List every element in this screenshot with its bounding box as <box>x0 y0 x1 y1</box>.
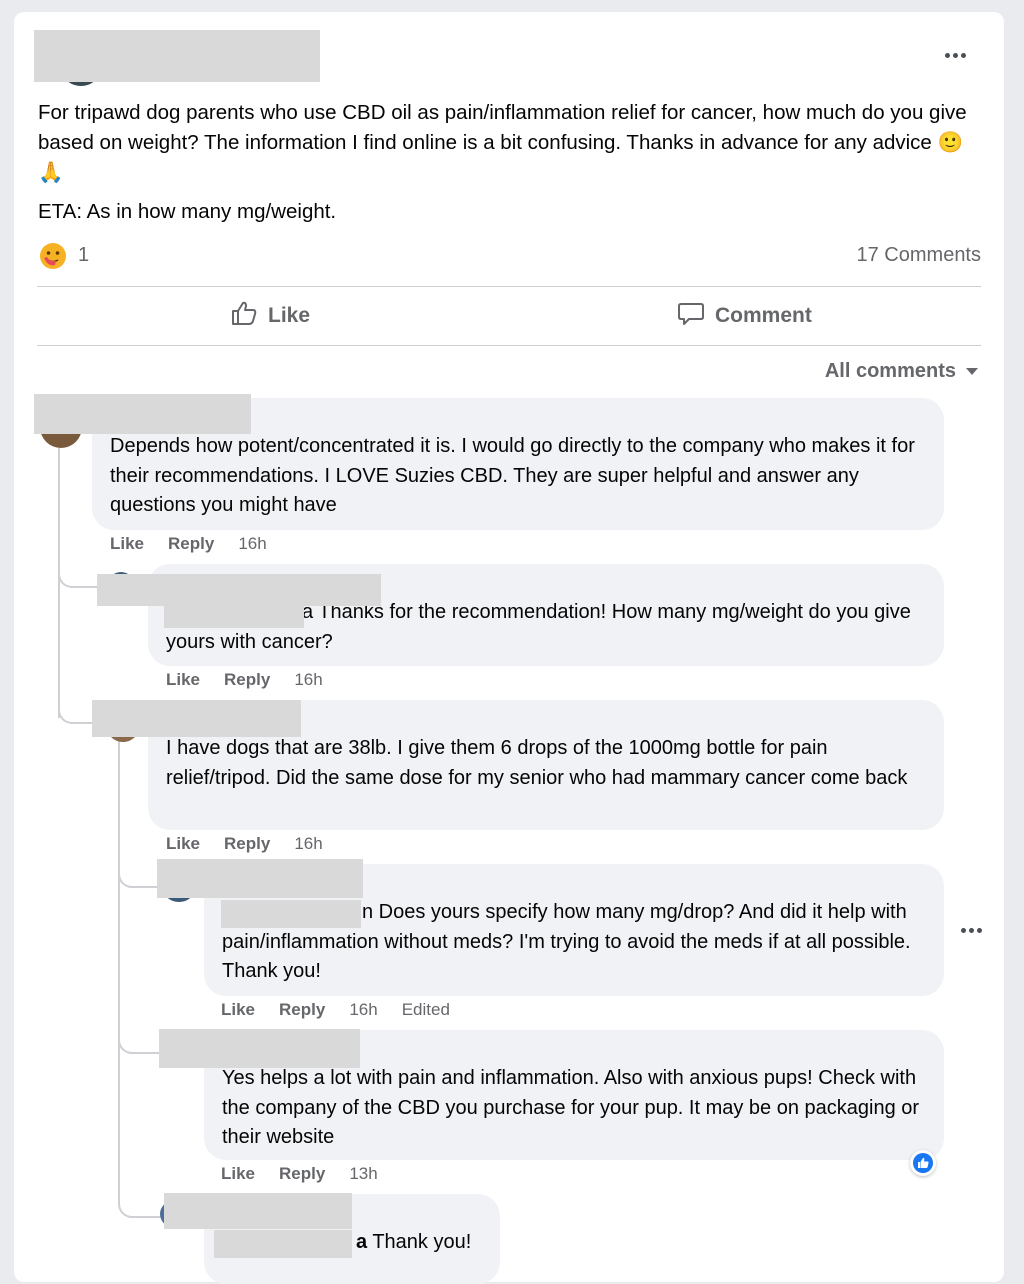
comments-filter-label: All comments <box>824 360 956 382</box>
divider-top <box>37 286 981 287</box>
caret-down-icon <box>966 368 978 375</box>
comment-like-link[interactable]: Like <box>221 1000 255 1020</box>
comment-time[interactable]: 13h <box>349 1164 377 1184</box>
post-more-icon[interactable] <box>940 45 970 65</box>
comment-time[interactable]: 16h <box>349 1000 377 1020</box>
reaction-count[interactable]: 1 <box>78 244 89 267</box>
comments-filter[interactable]: All comments <box>825 360 978 383</box>
comment-reply-link[interactable]: Reply <box>279 1000 325 1020</box>
comment-meta: Like Reply 16h <box>110 534 267 554</box>
divider-bottom <box>37 345 981 346</box>
comment-reply-link[interactable]: Reply <box>168 534 214 554</box>
speech-bubble-icon <box>677 299 705 333</box>
comment-time[interactable]: 16h <box>294 834 322 854</box>
comment-time[interactable]: 16h <box>238 534 266 554</box>
care-emoji-icon[interactable] <box>38 241 68 271</box>
comment-like-link[interactable]: Like <box>110 534 144 554</box>
commenter-name-redaction <box>164 1193 352 1229</box>
post-body: For tripawd dog parents who use CBD oil … <box>38 98 988 227</box>
comment-reply-link[interactable]: Reply <box>224 670 270 690</box>
like-button-label: Like <box>268 304 311 327</box>
mention-redaction <box>221 900 361 928</box>
comment-text: I have dogs that are 38lb. I give them 6… <box>166 737 908 789</box>
comment-text: Thank you! <box>367 1231 472 1253</box>
comment-like-link[interactable]: Like <box>166 670 200 690</box>
edited-label[interactable]: Edited <box>402 1000 450 1020</box>
like-button[interactable]: Like <box>230 286 310 346</box>
mention-tail[interactable]: a <box>356 1231 367 1253</box>
thread-line <box>58 448 60 718</box>
comment-more-icon[interactable] <box>956 920 986 940</box>
commenter-name-redaction <box>157 859 363 898</box>
thumbs-up-outline-icon <box>230 299 258 333</box>
comment-meta: Like Reply 16h Edited <box>221 1000 450 1020</box>
commenter-name-redaction <box>34 394 251 434</box>
comment-text: Yes helps a lot with pain and inflammati… <box>222 1067 920 1148</box>
comment-like-link[interactable]: Like <box>221 1164 255 1184</box>
comment-reply-link[interactable]: Reply <box>224 834 270 854</box>
comment-text: Depends how potent/concentrated it is. I… <box>110 435 915 516</box>
mention-redaction <box>164 594 304 628</box>
commenter-name-redaction <box>92 700 301 737</box>
author-name-redaction <box>34 30 320 82</box>
post-card: For tripawd dog parents who use CBD oil … <box>14 12 1004 1284</box>
comment-button-label: Comment <box>715 304 812 327</box>
comment-reply-link[interactable]: Reply <box>279 1164 325 1184</box>
comment-meta: Like Reply 16h <box>166 670 323 690</box>
mention-redaction <box>214 1230 352 1258</box>
comment-meta: Like Reply 16h <box>166 834 323 854</box>
mention-tail[interactable]: n <box>362 901 373 923</box>
comment-like-link[interactable]: Like <box>166 834 200 854</box>
thread-line <box>118 738 120 1198</box>
comment-time[interactable]: 16h <box>294 670 322 690</box>
comments-count[interactable]: 17 Comments <box>857 244 982 267</box>
post-eta: ETA: As in how many mg/weight. <box>38 200 337 223</box>
comment-meta: Like Reply 13h <box>221 1164 378 1184</box>
post-text: For tripawd dog parents who use CBD oil … <box>38 101 967 154</box>
like-badge-icon[interactable] <box>910 1150 936 1176</box>
comment-button[interactable]: Comment <box>677 286 812 346</box>
commenter-name-redaction <box>159 1029 360 1068</box>
